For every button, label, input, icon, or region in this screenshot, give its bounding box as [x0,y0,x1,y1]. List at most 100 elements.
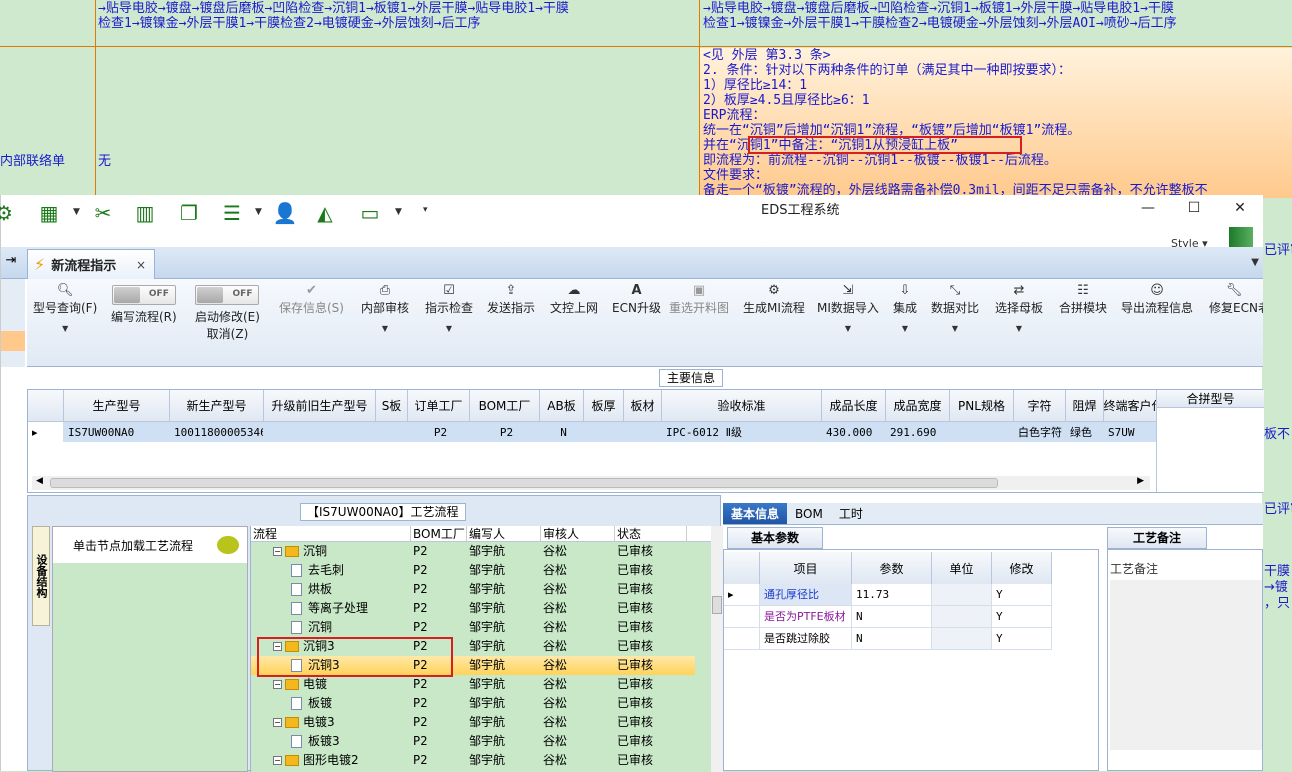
column-header[interactable]: 板材 [624,390,662,422]
tab-work-hours[interactable]: 工时 [831,503,871,524]
table-cell[interactable] [584,422,624,442]
tree-row[interactable]: 板镀3 P2 邹宇航 谷松 已审核 [251,732,695,751]
chart-icon[interactable]: ◭ [311,200,339,226]
maximize-button[interactable]: ☐ [1179,197,1209,219]
tab-list-dropdown[interactable]: ▼ [1251,257,1259,268]
toggle-switch[interactable]: OFF [195,285,260,305]
side-tab-equipment[interactable]: 设备结构 [32,526,50,626]
tree-row[interactable]: 去毛刺 P2 邹宇航 谷松 已审核 [251,561,695,580]
tab-new-flow[interactable]: ⚡ 新流程指示 × [27,249,155,279]
table-cell[interactable]: P2 [408,422,470,442]
tree-row[interactable]: 等离子处理 P2 邹宇航 谷松 已审核 [251,599,695,618]
tree-row[interactable]: − 电镀 P2 邹宇航 谷松 已审核 [251,675,695,694]
film-icon[interactable]: ▥ [131,200,159,226]
table-cell[interactable] [264,422,376,442]
table-row[interactable]: 是否跳过除胶 N Y [724,628,1052,650]
column-header[interactable]: 流程 [251,526,411,541]
column-header[interactable]: 订单工厂 [408,390,470,422]
tree-row[interactable]: − 图形电镀2 P2 邹宇航 谷松 已审核 [251,751,695,770]
close-button[interactable]: ✕ [1225,197,1255,219]
table-cell[interactable]: N [540,422,584,442]
table-cell[interactable] [624,422,662,442]
table-row[interactable]: 是否为PTFE板材 N Y [724,606,1052,628]
column-header[interactable]: 修改 [992,552,1052,584]
column-header[interactable]: BOM工厂 [411,526,467,541]
theme-icon[interactable] [1229,227,1253,247]
load-hint[interactable]: 单击节点加载工艺流程 [53,527,247,563]
column-header[interactable]: S板 [376,390,408,422]
basic-params-tab[interactable]: 基本参数 [727,527,823,549]
tab-bom[interactable]: BOM [787,503,831,524]
scissors-icon[interactable]: ✂ [89,200,117,226]
edit-flow-toggle[interactable]: OFF 编写流程(R) [111,285,177,325]
cancel-button[interactable]: 取消(Z) [207,327,249,341]
table-row[interactable]: ▸ 通孔厚径比 11.73 Y [724,584,1052,606]
table-cell[interactable]: P2 [470,422,540,442]
table-cell[interactable]: 绿色 [1066,422,1104,442]
param-value[interactable]: N [852,628,932,649]
gen-mi-flow-button[interactable]: ⚙ 生成MI流程 [743,283,805,316]
chevron-down-icon[interactable]: ▼ [73,207,80,217]
column-header[interactable]: 审核人 [541,526,615,541]
tab-basic-info[interactable]: 基本信息 [723,503,788,524]
merge-module-button[interactable]: ☷ 合拼模块 [1059,283,1107,316]
column-header[interactable]: 新生产型号 [170,390,264,422]
model-query-button[interactable]: 🔍︎ 型号查询(F) ▼ [33,283,97,333]
minimize-button[interactable]: — [1133,197,1163,219]
internal-review-button[interactable]: ⎙ 内部审核 ▼ [361,283,409,333]
collapse-icon[interactable]: − [273,756,282,765]
table-cell[interactable]: IPC-6012 Ⅱ级 [662,422,822,442]
column-header[interactable]: 成品长度 [822,390,886,422]
vertical-scrollbar[interactable] [711,526,723,772]
chevron-down-icon[interactable]: ▼ [395,207,402,217]
table-cell[interactable] [376,422,408,442]
table-cell[interactable]: 430.000 [822,422,886,442]
param-value[interactable]: N [852,606,932,627]
column-header[interactable]: 生产型号 [64,390,170,422]
reselect-image-button[interactable]: ▣ 重选开料图 [669,283,729,316]
integrate-button[interactable]: ⇩ 集成 ▼ [893,283,917,333]
tree-row[interactable]: 沉铜 P2 邹宇航 谷松 已审核 [251,618,695,637]
list-icon[interactable]: ☰ [217,200,247,226]
instruction-check-button[interactable]: ☑ 指示检查 ▼ [425,283,473,333]
start-modify-toggle[interactable]: OFF 启动修改(E) 取消(Z) [195,285,260,342]
column-header[interactable]: 项目 [760,552,852,584]
chevron-down-icon[interactable]: ▼ [255,207,262,217]
table-cell[interactable]: 10011800005346 [170,422,264,442]
save-info-button[interactable]: ✔ 保存信息(S) [279,283,344,316]
ecn-upgrade-button[interactable]: A ECN升级 [612,283,661,316]
data-compare-button[interactable]: ⤡ 数据对比 ▼ [931,283,979,333]
table-cell[interactable]: IS7UW00NA0 [64,422,170,442]
column-header[interactable]: 验收标准 [662,390,822,422]
remark-tab[interactable]: 工艺备注 [1107,527,1207,549]
tree-row[interactable]: − 电镀3 P2 邹宇航 谷松 已审核 [251,713,695,732]
fix-ecn-button[interactable]: 🔧︎ 修复ECN老 [1209,283,1263,316]
toggle-switch[interactable]: OFF [111,285,176,305]
column-header[interactable]: 板厚 [584,390,624,422]
scroll-thumb[interactable] [50,478,998,488]
horizontal-scrollbar[interactable]: ◀ ▶ [32,476,1150,490]
column-header[interactable]: BOM工厂 [470,390,540,422]
column-header[interactable]: 状态 [615,526,687,541]
send-instruction-button[interactable]: ⇪ 发送指示 [487,283,535,316]
tree-row[interactable]: − 沉铜 P2 邹宇航 谷松 已审核 [251,542,695,561]
column-header[interactable]: 升级前旧生产型号 [264,390,376,422]
column-header[interactable]: 字符 [1014,390,1066,422]
copy-icon[interactable]: ❐ [175,200,203,226]
column-header[interactable]: 成品宽度 [886,390,950,422]
remark-textarea[interactable] [1110,580,1262,750]
mi-import-button[interactable]: ⇲ MI数据导入 ▼ [817,283,879,333]
table-row[interactable]: ▸ IS7UW00NA0 10011800005346 P2 P2 N IPC-6012 Ⅱ… [28,422,1192,442]
scroll-thumb[interactable] [712,596,722,614]
user-icon[interactable]: 👤 [271,200,299,226]
column-header[interactable]: 单位 [932,552,992,584]
collapse-icon[interactable]: − [273,547,282,556]
tree-row[interactable]: 板镀 P2 邹宇航 谷松 已审核 [251,694,695,713]
collapse-icon[interactable]: − [273,680,282,689]
chevron-left-icon[interactable]: ◀ [36,476,43,486]
select-mother-button[interactable]: ⇄ 选择母板 ▼ [995,283,1043,333]
export-flow-button[interactable]: ☺ 导出流程信息 [1121,283,1193,316]
chevron-right-icon[interactable]: ▶ [1137,476,1144,486]
settings-icon[interactable]: ⚙ [0,200,13,226]
upload-button[interactable]: ☁ 文控上网 [550,283,598,316]
